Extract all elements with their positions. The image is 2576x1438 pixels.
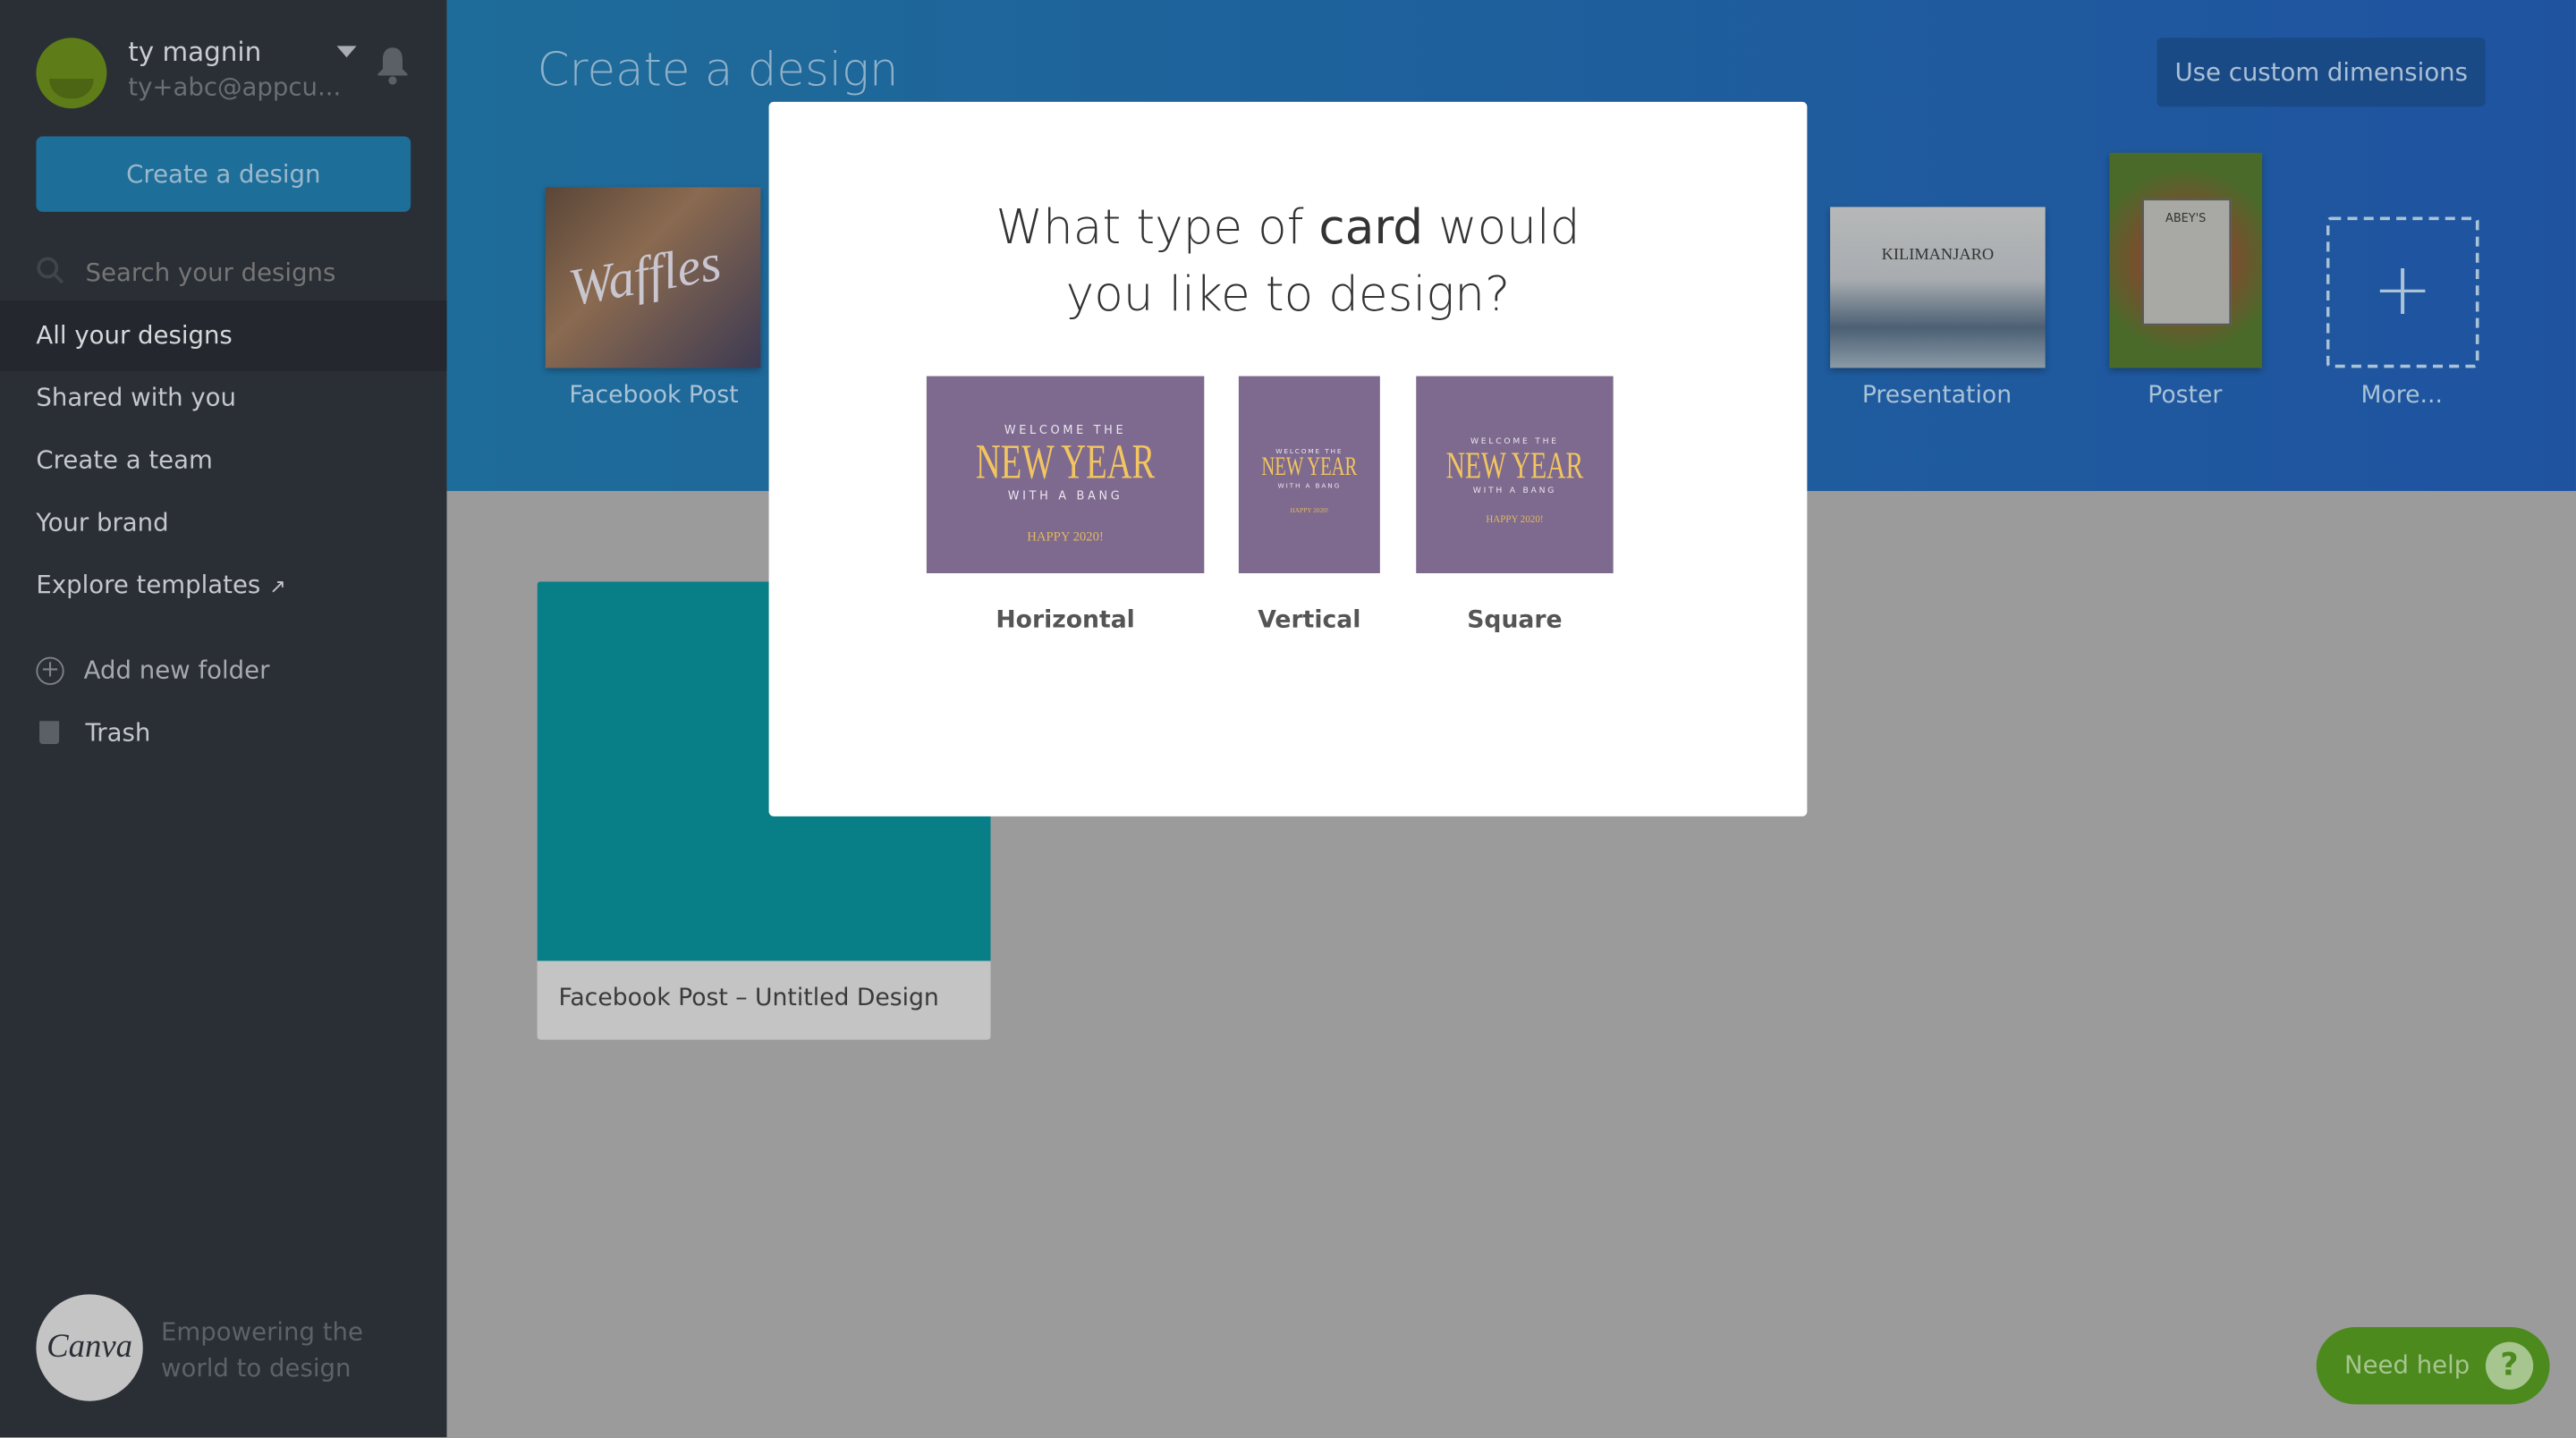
facebook-post-thumbnail[interactable]: Waffles [545, 187, 761, 368]
search-input[interactable] [81, 252, 434, 292]
thumb-text: ABEY'S [2165, 211, 2207, 225]
card-text: HAPPY 2020! [1290, 505, 1329, 514]
plus-circle-icon[interactable]: + [36, 656, 64, 685]
create-design-button[interactable]: Create a design [36, 136, 411, 212]
square-label[interactable]: Square [1416, 608, 1613, 634]
title-bold: card [1318, 199, 1424, 255]
sidebar-item-create-team[interactable]: Create a team [36, 445, 212, 475]
horizontal-label[interactable]: Horizontal [927, 608, 1204, 634]
help-icon: ? [2485, 1341, 2534, 1390]
sidebar-item-trash[interactable]: Trash [86, 718, 151, 748]
canva-logo[interactable]: Canva [36, 1294, 143, 1401]
tagline-line-1: Empowering the [160, 1317, 363, 1348]
vertical-label[interactable]: Vertical [1239, 608, 1380, 634]
card-text: HAPPY 2020! [1486, 515, 1544, 526]
page-title: Create a design [537, 42, 899, 97]
sidebar-item-all-designs[interactable]: All your designs [36, 320, 232, 350]
sidebar-item-brand[interactable]: Your brand [36, 508, 168, 537]
card-text: HAPPY 2020! [1027, 529, 1104, 544]
title-text: would [1423, 199, 1580, 255]
presentation-thumbnail[interactable]: KILIMANJARO [1830, 207, 2046, 368]
more-button[interactable]: + [2326, 216, 2479, 368]
external-link-icon: ↗ [269, 574, 286, 598]
sidebar: ty magnin ty+abc@appcu... Create a desig… [0, 0, 473, 1438]
facebook-post-label[interactable]: Facebook Post [522, 383, 785, 409]
chevron-down-icon[interactable] [336, 46, 357, 58]
user-name[interactable]: ty magnin [128, 36, 261, 67]
add-folder-button[interactable]: Add new folder [84, 656, 270, 685]
tagline: Empowering the world to design [161, 1314, 363, 1386]
thumb-text: KILIMANJARO [1881, 246, 1995, 265]
horizontal-card-option[interactable]: WELCOME THE NEW YEAR WITH A BANG HAPPY 2… [926, 376, 1205, 574]
sidebar-item-shared[interactable]: Shared with you [36, 383, 236, 412]
vertical-card-option[interactable]: WELCOME THE NEW YEAR WITH A BANG HAPPY 2… [1238, 376, 1380, 574]
card-type-modal: What type of card would you like to desi… [768, 101, 1808, 816]
bell-icon[interactable] [377, 46, 410, 85]
title-text: What type of [996, 199, 1319, 255]
card-text: WITH A BANG [1007, 489, 1123, 503]
poster-thumbnail[interactable]: ABEY'S [2109, 152, 2263, 368]
card-text: WITH A BANG [1277, 481, 1342, 490]
presentation-label[interactable]: Presentation [1806, 383, 2069, 409]
thumb-text: Waffles [564, 232, 725, 317]
avatar[interactable] [36, 38, 107, 109]
tagline-line-2: world to design [160, 1353, 352, 1383]
card-text: NEW YEAR [975, 435, 1156, 490]
search-icon [36, 257, 65, 292]
square-card-option[interactable]: WELCOME THE NEW YEAR WITH A BANG HAPPY 2… [1416, 376, 1614, 574]
modal-title: What type of card would you like to desi… [769, 194, 1808, 329]
more-label[interactable]: More... [2270, 383, 2533, 409]
title-text: you like to design? [1065, 266, 1511, 322]
card-text: NEW YEAR [1261, 453, 1358, 482]
trash-icon [39, 721, 60, 745]
card-text: NEW YEAR [1445, 444, 1584, 486]
sidebar-item-explore-templates[interactable]: Explore templates [36, 570, 260, 599]
custom-dimensions-button[interactable]: Use custom dimensions [2157, 38, 2486, 107]
need-help-button[interactable]: Need help ? [2316, 1327, 2550, 1405]
card-text: WITH A BANG [1472, 486, 1557, 496]
user-email: ty+abc@appcu... [128, 72, 342, 102]
need-help-label: Need help [2343, 1349, 2470, 1380]
design-title[interactable]: Facebook Post – Untitled Design [558, 985, 938, 1011]
